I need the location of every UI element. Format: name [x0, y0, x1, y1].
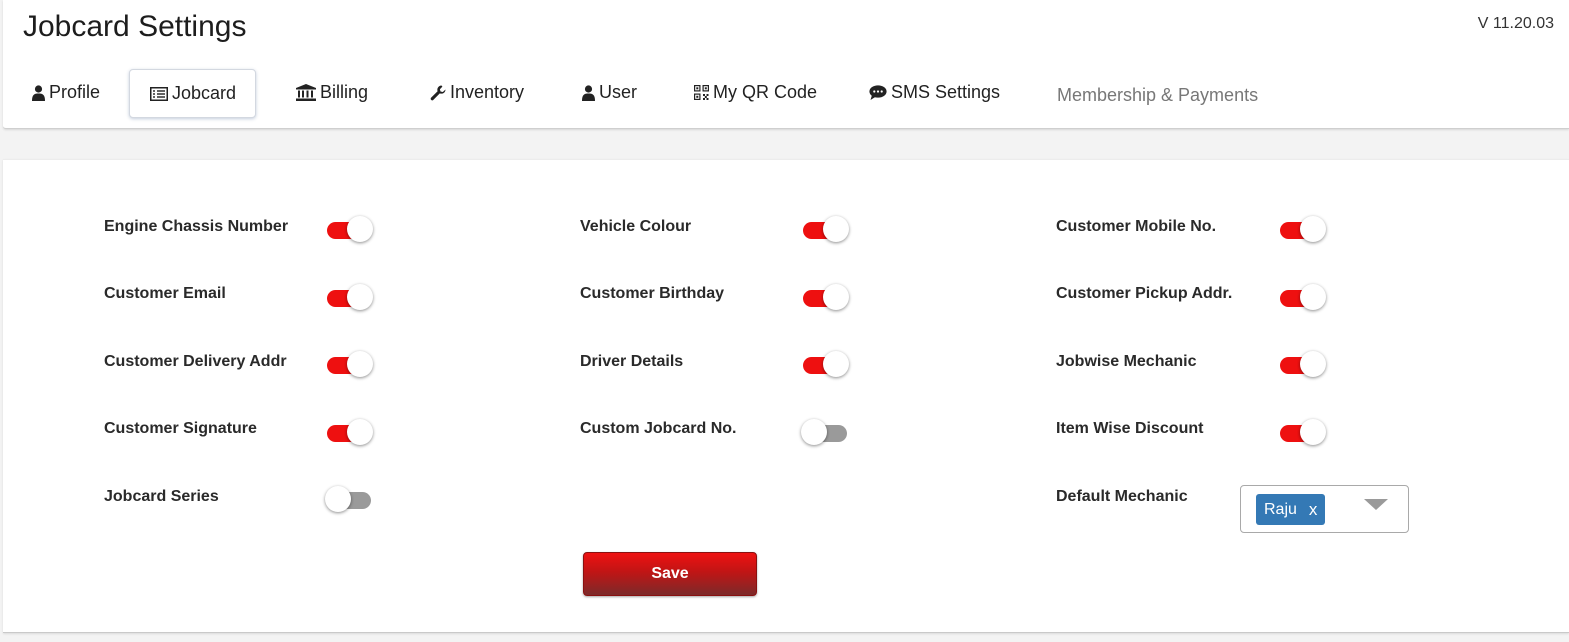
selected-mechanic-chip: Raju x: [1256, 494, 1326, 525]
jobwise-mechanic-label: Jobwise Mechanic: [1056, 353, 1197, 370]
tab-membership-payments-label: Membership & Payments: [1057, 85, 1259, 105]
user-icon: [32, 84, 45, 101]
vehicle-colour-label: Vehicle Colour: [580, 218, 692, 235]
page-title: Jobcard Settings: [23, 10, 247, 43]
customer-mobile-no-toggle[interactable]: [1280, 216, 1326, 246]
remove-selection-icon[interactable]: x: [1309, 500, 1318, 520]
tab-jobcard[interactable]: Jobcard: [129, 69, 257, 118]
user-icon: [582, 84, 595, 101]
settings-panel: Engine Chassis Number Vehicle Colour Cus…: [3, 159, 1569, 633]
tab-sms-settings[interactable]: SMS Settings: [869, 69, 1000, 116]
jobcard-series-toggle[interactable]: [325, 486, 373, 516]
customer-delivery-addr-label: Customer Delivery Addr: [104, 353, 287, 370]
custom-jobcard-no-toggle[interactable]: [801, 419, 849, 449]
version-label: V 11.20.03: [1477, 15, 1554, 32]
tab-profile-label: Profile: [49, 82, 101, 102]
tab-sms-settings-label: SMS Settings: [891, 82, 1001, 102]
wrench-icon: [430, 85, 446, 101]
list-icon: [150, 86, 168, 101]
chevron-down-icon[interactable]: [1364, 499, 1388, 510]
tab-membership-payments[interactable]: Membership & Payments: [1057, 72, 1258, 119]
jobwise-mechanic-toggle[interactable]: [1280, 351, 1326, 381]
tab-user[interactable]: User: [582, 69, 637, 116]
customer-pickup-addr-label: Customer Pickup Addr.: [1056, 285, 1233, 302]
bank-icon: [296, 84, 316, 101]
vehicle-colour-toggle[interactable]: [803, 216, 849, 246]
save-button[interactable]: Save: [583, 552, 757, 596]
engine-chassis-number-label: Engine Chassis Number: [104, 218, 289, 235]
customer-pickup-addr-toggle[interactable]: [1280, 284, 1326, 314]
default-mechanic-label: Default Mechanic: [1056, 488, 1188, 505]
customer-delivery-addr-toggle[interactable]: [327, 351, 373, 381]
comment-icon: [869, 84, 887, 101]
customer-email-toggle[interactable]: [327, 284, 373, 314]
default-mechanic-select[interactable]: Raju x: [1240, 485, 1409, 533]
customer-mobile-no-label: Customer Mobile No.: [1056, 218, 1217, 235]
tab-my-qr-code[interactable]: My QR Code: [694, 69, 817, 116]
customer-email-label: Customer Email: [104, 285, 226, 302]
engine-chassis-number-toggle[interactable]: [327, 216, 373, 246]
header-bar: Jobcard Settings V 11.20.03 Profile Jobc…: [3, 0, 1569, 129]
customer-birthday-label: Customer Birthday: [580, 285, 725, 302]
tab-profile[interactable]: Profile: [32, 69, 100, 116]
tab-inventory-label: Inventory: [450, 82, 525, 102]
settings-tabs: Profile Jobcard Billing Inventory User M…: [3, 69, 1569, 119]
custom-jobcard-no-label: Custom Jobcard No.: [580, 420, 737, 437]
qrcode-icon: [694, 85, 709, 100]
customer-signature-label: Customer Signature: [104, 420, 257, 437]
tab-billing-label: Billing: [320, 82, 369, 102]
customer-signature-toggle[interactable]: [327, 419, 373, 449]
tab-jobcard-label: Jobcard: [172, 83, 237, 103]
tab-billing[interactable]: Billing: [296, 69, 368, 116]
item-wise-discount-label: Item Wise Discount: [1056, 420, 1204, 437]
driver-details-toggle[interactable]: [803, 351, 849, 381]
item-wise-discount-toggle[interactable]: [1280, 419, 1326, 449]
jobcard-series-label: Jobcard Series: [104, 488, 219, 505]
tab-inventory[interactable]: Inventory: [430, 69, 524, 116]
selected-mechanic-name: Raju: [1264, 500, 1297, 518]
tab-my-qr-code-label: My QR Code: [713, 82, 818, 102]
tab-user-label: User: [599, 82, 638, 102]
customer-birthday-toggle[interactable]: [803, 284, 849, 314]
driver-details-label: Driver Details: [580, 353, 684, 370]
